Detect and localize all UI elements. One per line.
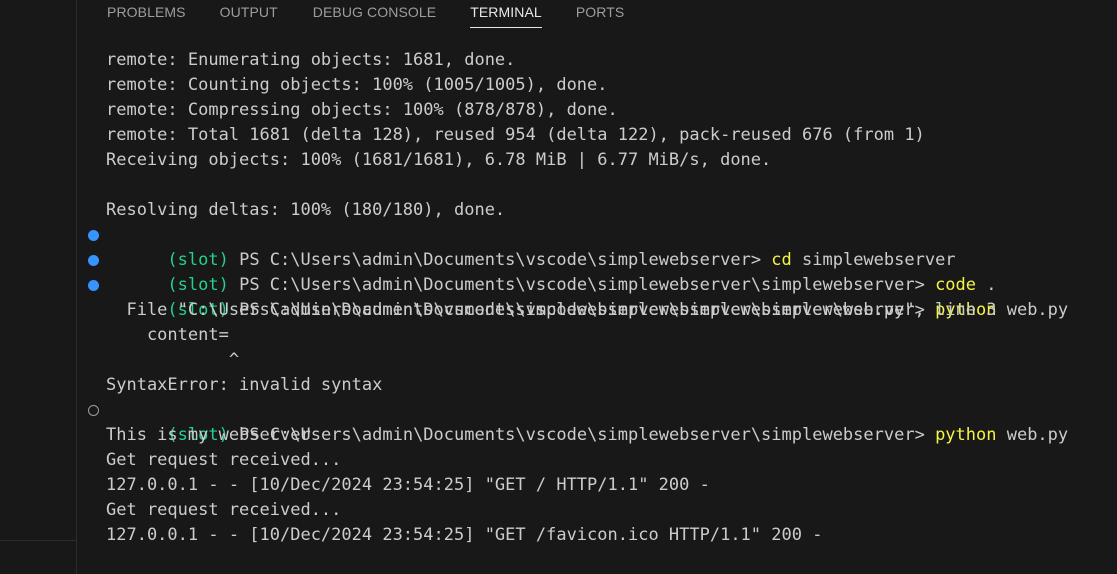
vscode-panel: PROBLEMS OUTPUT DEBUG CONSOLE TERMINAL P… [0, 0, 1117, 574]
terminal-line: remote: Enumerating objects: 1681, done. [106, 50, 516, 70]
terminal-line: content= [106, 325, 229, 345]
command-running-decoration-icon[interactable] [88, 405, 99, 416]
terminal-line: remote: Compressing objects: 100% (878/8… [106, 100, 618, 120]
command-success-decoration-icon[interactable] [88, 230, 99, 241]
terminal-line: remote: Total 1681 (delta 128), reused 9… [106, 125, 925, 145]
terminal-line: File "C:\Users\admin\Documents\vscode\si… [106, 300, 997, 320]
command-success-decoration-icon[interactable] [88, 255, 99, 266]
terminal-line: Get request received... [106, 500, 342, 520]
terminal-prompt-line: (slot) PS C:\Users\admin\Documents\vscod… [88, 248, 1117, 295]
terminal-line: remote: Counting objects: 100% (1005/100… [106, 75, 608, 95]
tab-debug-console[interactable]: DEBUG CONSOLE [313, 0, 436, 26]
terminal-line: 127.0.0.1 - - [10/Dec/2024 23:54:25] "GE… [106, 525, 823, 545]
terminal-prompt-line: (slot) PS C:\Users\admin\Documents\vscod… [88, 273, 1117, 320]
tab-terminal[interactable]: TERMINAL [470, 0, 542, 28]
panel-tab-bar: PROBLEMS OUTPUT DEBUG CONSOLE TERMINAL P… [77, 0, 1117, 30]
tab-problems[interactable]: PROBLEMS [107, 0, 186, 26]
terminal-output[interactable]: remote: Enumerating objects: 1681, done.… [88, 48, 1117, 574]
terminal-prompt-line: (slot) PS C:\Users\admin\Documents\vscod… [88, 223, 1117, 270]
sidebar-divider [0, 540, 76, 541]
command-success-decoration-icon[interactable] [88, 280, 99, 291]
terminal-line: ^ [106, 350, 240, 370]
terminal-line: Receiving objects: 100% (1681/1681), 6.7… [106, 150, 772, 170]
tab-ports[interactable]: PORTS [576, 0, 624, 26]
terminal-line: Resolving deltas: 100% (180/180), done. [106, 200, 506, 220]
terminal-line: Get request received... [106, 450, 342, 470]
terminal-input-line[interactable] [88, 548, 1117, 573]
terminal-line: SyntaxError: invalid syntax [106, 375, 383, 395]
terminal-prompt-line: (slot) PS C:\Users\admin\Documents\vscod… [88, 398, 1117, 445]
terminal-line: 127.0.0.1 - - [10/Dec/2024 23:54:25] "GE… [106, 475, 710, 495]
terminal-line: This is my webserver [106, 425, 311, 445]
tab-output[interactable]: OUTPUT [220, 0, 278, 26]
left-sidebar-area [0, 0, 77, 574]
